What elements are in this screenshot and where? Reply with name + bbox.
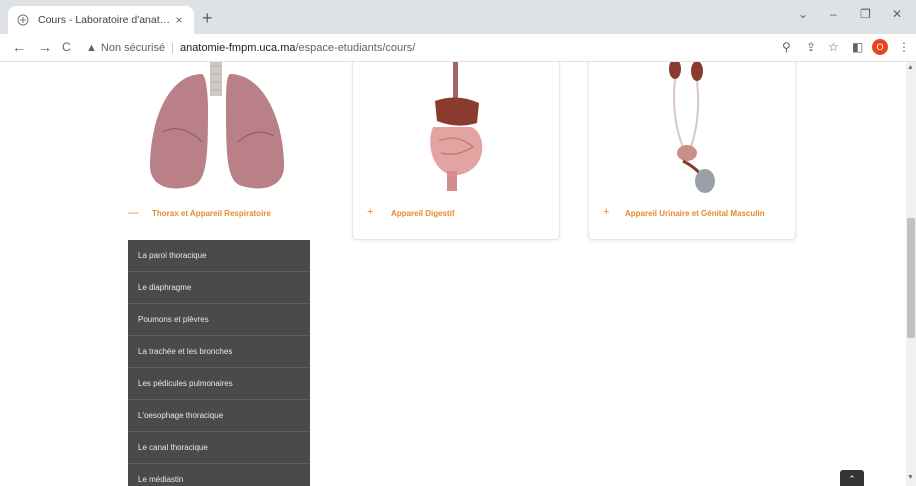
submenu-item[interactable]: Le médiastin xyxy=(128,464,310,486)
security-label[interactable]: Non sécurisé xyxy=(101,42,165,54)
tab-close-icon[interactable]: × xyxy=(172,13,186,27)
card-title-urinaire[interactable]: Appareil Urinaire et Génital Masculin xyxy=(625,209,765,218)
submenu-item[interactable]: L'oesophage thoracique xyxy=(128,400,310,432)
expand-icon[interactable]: + xyxy=(367,207,373,218)
reload-button[interactable]: C xyxy=(62,38,71,56)
url-path: /espace-etudiants/cours/ xyxy=(295,42,416,54)
window-close-icon[interactable]: ✕ xyxy=(892,7,902,21)
forward-button[interactable]: → xyxy=(38,38,52,56)
page-scrollbar[interactable]: ▲ ▼ xyxy=(906,62,916,486)
submenu-item[interactable]: Le canal thoracique xyxy=(128,432,310,464)
url-host: anatomie-fmpm.uca.ma xyxy=(179,42,296,54)
tab-title: Cours - Laboratoire d'anatomie xyxy=(38,14,172,26)
course-card-urinaire[interactable]: + Appareil Urinaire et Génital Masculin xyxy=(588,62,796,240)
share-icon[interactable]: ⇪ xyxy=(806,40,816,54)
submenu-item[interactable]: Poumons et plèvres xyxy=(128,304,310,336)
submenu-item[interactable]: Les pédicules pulmonaires xyxy=(128,368,310,400)
profile-avatar[interactable]: O xyxy=(872,39,888,55)
address-bar[interactable]: ▲ Non sécurisé | anatomie-fmpm.uca.ma /e… xyxy=(86,37,686,59)
scrollbar-thumb[interactable] xyxy=(907,218,915,338)
side-panel-icon[interactable]: ◧ xyxy=(852,40,863,54)
lungs-illustration-icon xyxy=(149,62,285,189)
urinary-illustration-icon xyxy=(669,62,715,193)
submenu-item[interactable]: La paroi thoracique xyxy=(128,240,310,272)
page-viewport: — Thorax et Appareil Respiratoire + Appa… xyxy=(0,62,906,486)
expand-icon[interactable]: + xyxy=(603,207,609,218)
minimize-icon[interactable]: – xyxy=(830,7,837,21)
zoom-icon[interactable]: ⚲ xyxy=(782,40,791,54)
url-separator: | xyxy=(171,42,174,54)
warning-icon: ▲ xyxy=(86,42,97,54)
scroll-up-arrow-icon[interactable]: ▲ xyxy=(907,64,914,71)
submenu-item[interactable]: Le diaphragme xyxy=(128,272,310,304)
back-button[interactable]: ← xyxy=(12,38,26,56)
submenu-item[interactable]: La trachée et les bronches xyxy=(128,336,310,368)
course-card-thorax[interactable]: — Thorax et Appareil Respiratoire xyxy=(128,62,310,236)
browser-tab-strip: Cours - Laboratoire d'anatomie × + ⌄ – ❐… xyxy=(0,0,916,34)
browser-tab[interactable]: Cours - Laboratoire d'anatomie × xyxy=(8,6,194,34)
menu-kebab-icon[interactable]: ⋮ xyxy=(898,40,910,54)
course-card-digestif[interactable]: + Appareil Digestif xyxy=(352,62,560,240)
chevron-down-icon[interactable]: ⌄ xyxy=(798,7,808,21)
scroll-to-top-button[interactable]: ⌃ xyxy=(840,470,864,486)
bookmark-star-icon[interactable]: ☆ xyxy=(828,40,839,54)
new-tab-button[interactable]: + xyxy=(202,8,213,28)
card-title-digestif[interactable]: Appareil Digestif xyxy=(391,209,455,218)
site-favicon-icon xyxy=(16,13,30,27)
scroll-down-arrow-icon[interactable]: ▼ xyxy=(907,474,914,481)
restore-icon[interactable]: ❐ xyxy=(860,7,871,21)
browser-toolbar: ← → C ▲ Non sécurisé | anatomie-fmpm.uca… xyxy=(0,34,916,62)
card-title-thorax[interactable]: Thorax et Appareil Respiratoire xyxy=(152,209,271,218)
thorax-submenu: La paroi thoracique Le diaphragme Poumon… xyxy=(128,240,310,486)
digestive-illustration-icon xyxy=(430,62,483,191)
collapse-icon[interactable]: — xyxy=(128,208,139,219)
